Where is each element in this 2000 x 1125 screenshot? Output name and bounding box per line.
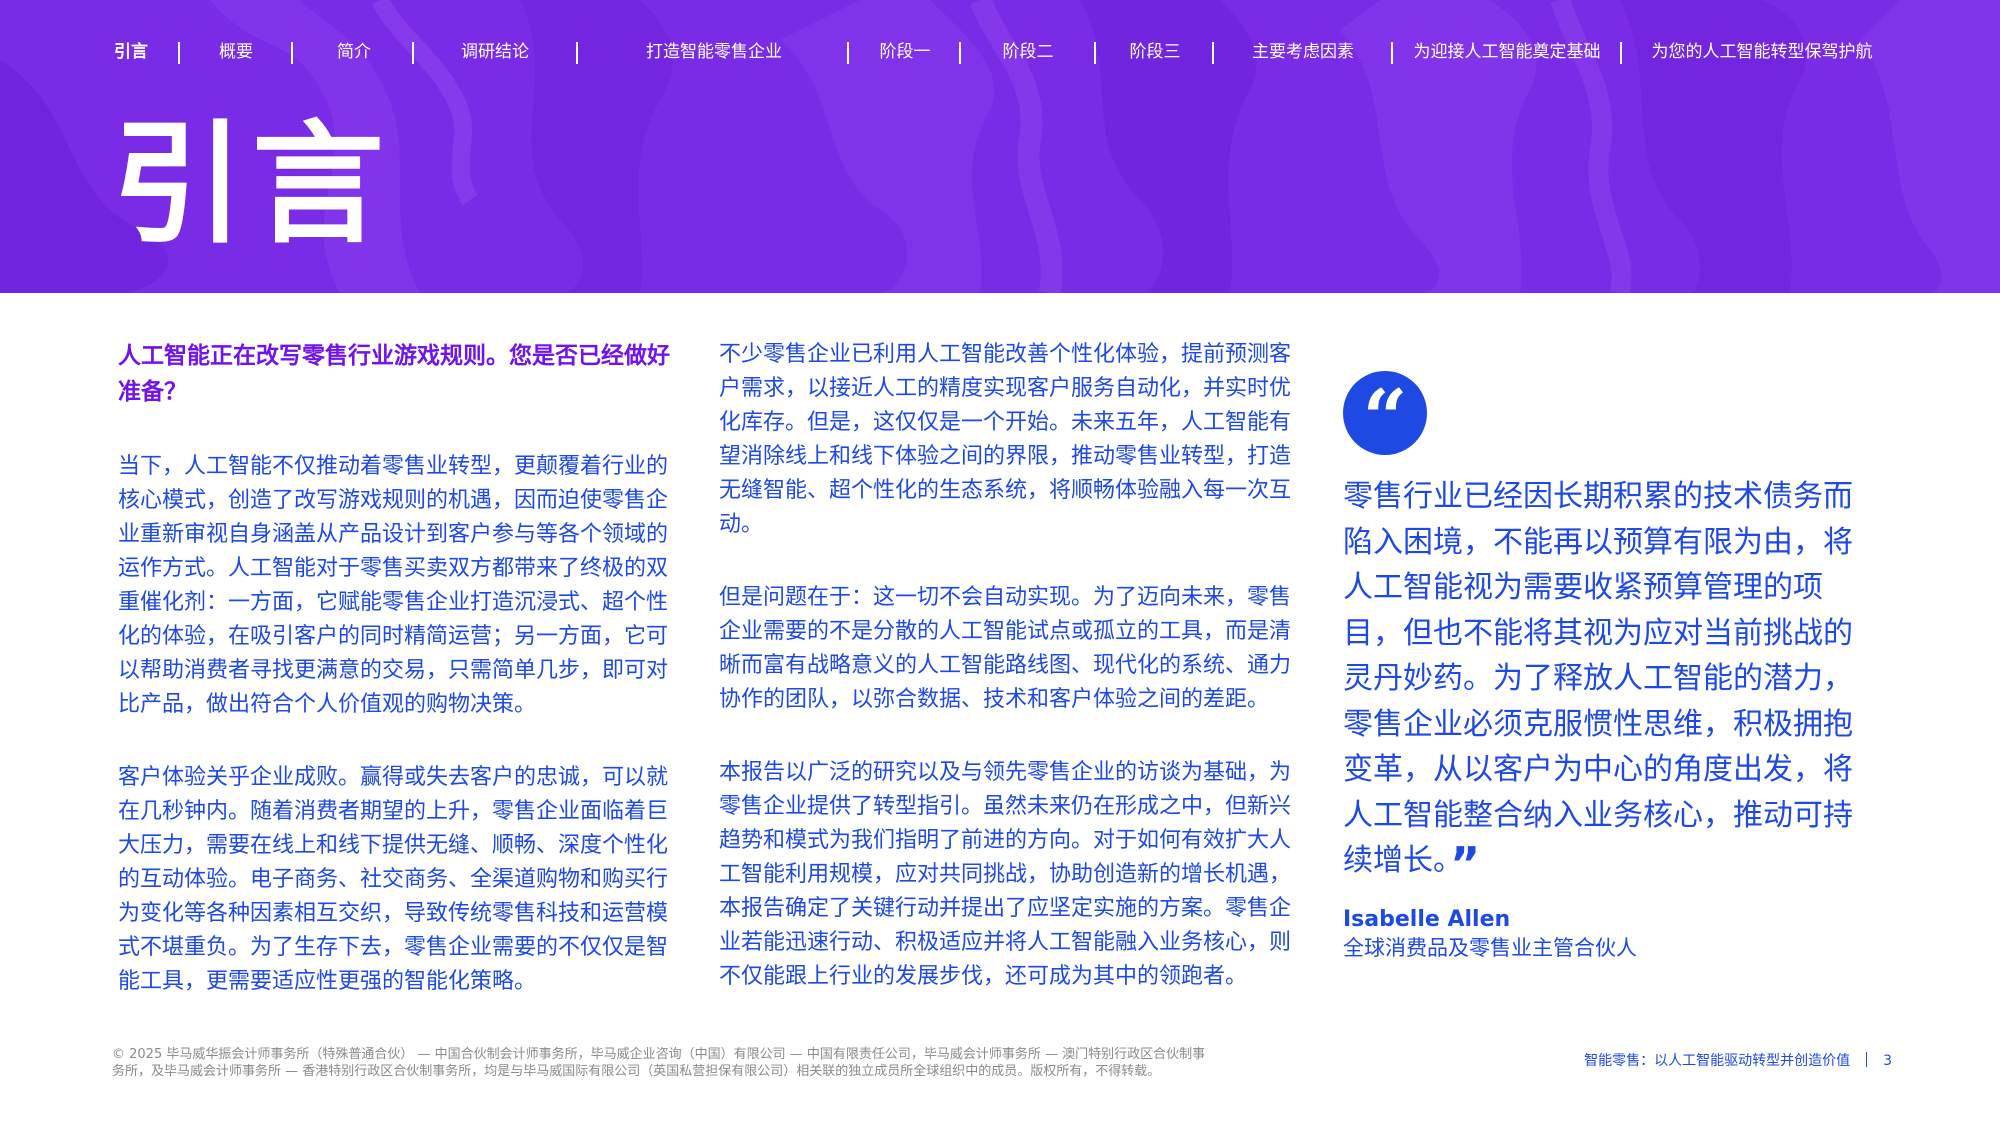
body-paragraph: 本报告以广泛的研究以及与领先零售企业的访谈为基础，为零售企业提供了转型指引。虽然… [719,760,1292,989]
nav-item-ai-transformation[interactable]: 为您的人工智能转型保驾护航 [1636,36,1888,68]
nav-separator [959,42,961,64]
nav-separator [1094,42,1096,64]
page-number: 3 [1883,1053,1892,1069]
nav-separator [1391,42,1393,64]
nav-item-intro[interactable]: 引言 [96,36,166,68]
body-paragraph: 不少零售企业已利用人工智能改善个性化体验，提前预测客户需求，以接近人工的精度实现… [719,342,1292,537]
footer-page-info: 智能零售：以人工智能驱动转型并创造价值 3 [1584,1052,1892,1070]
svg-text:“: “ [1363,373,1408,455]
quote-close-mark: ” [1450,837,1481,891]
quote-author-name: Isabelle Allen [1343,907,1511,932]
nav-item-ai-foundation[interactable]: 为迎接人工智能奠定基础 [1406,36,1608,68]
nav-item-phase-three[interactable]: 阶段三 [1112,36,1198,68]
nav-separator [1212,42,1214,64]
nav-item-overview[interactable]: 简介 [310,36,398,68]
top-navigation: 引言 概要 简介 调研结论 打造智能零售企业 阶段一 阶段二 阶段三 主要考虑因… [0,36,2000,68]
hero-banner: 引言 概要 简介 调研结论 打造智能零售企业 阶段一 阶段二 阶段三 主要考虑因… [0,0,2000,293]
nav-separator [576,42,578,64]
nav-separator [291,42,293,64]
quote-text: 零售行业已经因长期积累的技术债务而陷入困境，不能再以预算有限为由，将人工智能视为… [1343,479,1853,878]
nav-separator [178,42,180,64]
body-paragraph: 但是问题在于：这一切不会自动实现。为了迈向未来，零售企业需要的不是分散的人工智能… [719,585,1292,712]
footer-copyright: © 2025 毕马威华振会计师事务所（特殊普通合伙） — 中国合伙制会计师事务所… [112,1047,1206,1079]
nav-separator [847,42,849,64]
column-middle: 不少零售企业已利用人工智能改善个性化体验，提前预测客户需求，以接近人工的精度实现… [719,338,1299,1033]
nav-item-key-considerations[interactable]: 主要考虑因素 [1228,36,1378,68]
nav-item-findings[interactable]: 调研结论 [430,36,560,68]
footer-separator [1866,1052,1868,1067]
nav-separator [412,42,414,64]
page-title: 引言 [112,108,392,262]
column-left: 人工智能正在改写零售行业游戏规则。您是否已经做好准备？ 当下，人工智能不仅推动着… [118,338,678,1038]
nav-item-summary[interactable]: 概要 [196,36,276,68]
nav-item-phase-two[interactable]: 阶段二 [976,36,1080,68]
quote-author-title: 全球消费品及零售业主管合伙人 [1343,936,1637,960]
nav-separator [1620,42,1622,64]
nav-item-build-smart-retailer[interactable]: 打造智能零售企业 [594,36,834,68]
pull-quote: 零售行业已经因长期积累的技术债务而陷入困境，不能再以预算有限为由，将人工智能视为… [1343,474,1853,887]
lead-heading: 人工智能正在改写零售行业游戏规则。您是否已经做好准备？ [118,343,670,405]
quote-mark-icon: “ [1343,371,1427,455]
body-paragraph: 客户体验关乎企业成败。赢得或失去客户的忠诚，可以就在几秒钟内。随着消费者期望的上… [118,765,669,994]
footer-report-title: 智能零售：以人工智能驱动转型并创造价值 [1584,1053,1851,1069]
body-paragraph: 当下，人工智能不仅推动着零售业转型，更颠覆着行业的核心模式，创造了改写游戏规则的… [118,454,669,717]
nav-item-phase-one[interactable]: 阶段一 [864,36,946,68]
